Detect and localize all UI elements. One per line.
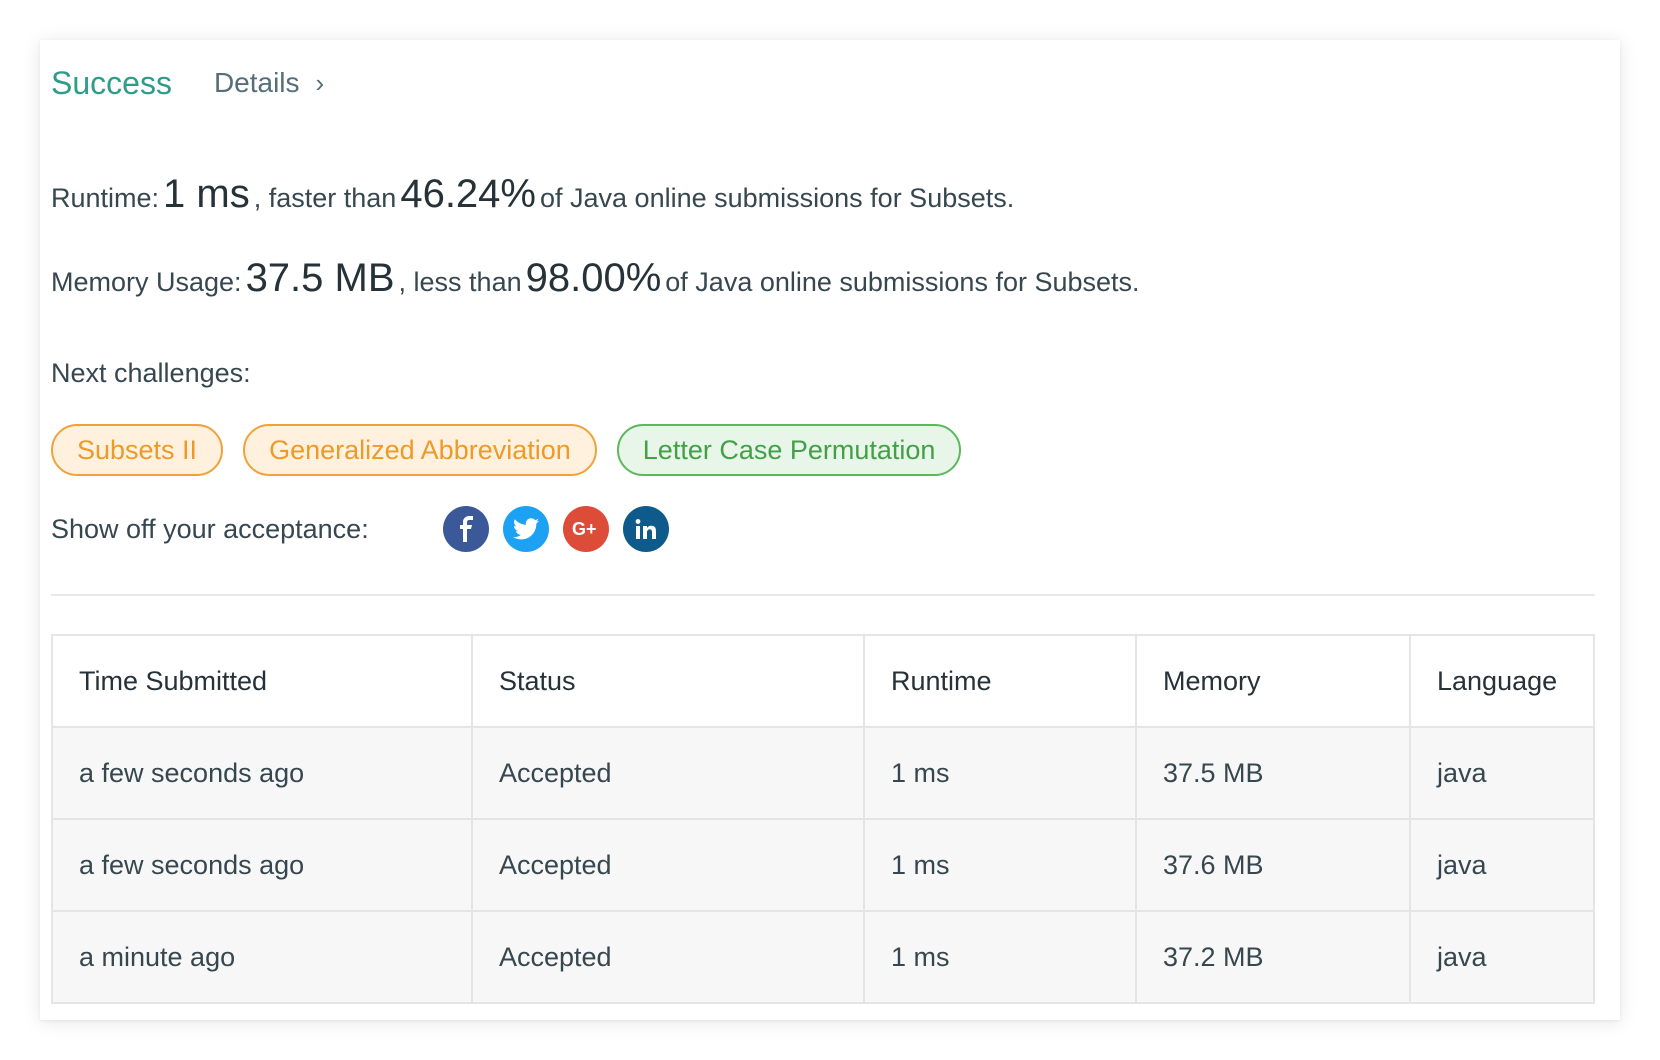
details-label: Details xyxy=(213,67,300,98)
memory-comparator: , less than xyxy=(398,267,522,297)
table-header-row: Time Submitted Status Runtime Memory Lan… xyxy=(51,634,1595,728)
memory-suffix: of Java online submissions for Subsets. xyxy=(665,267,1140,297)
runtime-label: Runtime: xyxy=(51,183,160,213)
runtime-suffix: of Java online submissions for Subsets. xyxy=(540,183,1015,213)
linkedin-icon[interactable] xyxy=(623,506,669,552)
memory-cell: 37.2 MB xyxy=(1135,910,1411,1004)
challenge-generalized-abbreviation[interactable]: Generalized Abbreviation xyxy=(243,424,597,476)
header-status[interactable]: Status xyxy=(471,634,865,728)
header-memory[interactable]: Memory xyxy=(1135,634,1411,728)
runtime-cell: 1 ms xyxy=(863,818,1137,912)
language-cell: java xyxy=(1409,818,1595,912)
language-cell: java xyxy=(1409,726,1595,820)
memory-percent: 98.00% xyxy=(525,256,662,300)
status-link[interactable]: Accepted xyxy=(471,818,865,912)
next-challenges-label: Next challenges: xyxy=(51,358,251,388)
language-cell: java xyxy=(1409,910,1595,1004)
status-title: Success xyxy=(51,64,172,101)
memory-value: 37.5 MB xyxy=(245,256,395,300)
share-row: Show off your acceptance: G+ xyxy=(51,506,683,552)
table-row: a minute ago Accepted 1 ms 37.2 MB java xyxy=(51,910,1595,1004)
details-link[interactable]: Details › xyxy=(214,67,324,99)
runtime-cell: 1 ms xyxy=(863,726,1137,820)
runtime-cell: 1 ms xyxy=(863,910,1137,1004)
time-submitted-cell: a few seconds ago xyxy=(51,726,473,820)
submission-result-card: Success Details › Runtime: 1 ms , faster… xyxy=(40,40,1620,1020)
result-header: Success Details › xyxy=(51,62,324,104)
next-challenges-list: Subsets II Generalized Abbreviation Lett… xyxy=(51,424,981,476)
facebook-icon[interactable] xyxy=(443,506,489,552)
runtime-stat: Runtime: 1 ms , faster than 46.24% of Ja… xyxy=(51,172,1014,217)
status-link[interactable]: Accepted xyxy=(471,910,865,1004)
table-row: a few seconds ago Accepted 1 ms 37.6 MB … xyxy=(51,818,1595,912)
time-submitted-cell: a minute ago xyxy=(51,910,473,1004)
chevron-right-icon: › xyxy=(315,67,325,98)
memory-cell: 37.5 MB xyxy=(1135,726,1411,820)
status-link[interactable]: Accepted xyxy=(471,726,865,820)
google-plus-icon[interactable]: G+ xyxy=(563,506,609,552)
challenge-subsets-ii[interactable]: Subsets II xyxy=(51,424,224,476)
time-submitted-cell: a few seconds ago xyxy=(51,818,473,912)
header-time-submitted[interactable]: Time Submitted xyxy=(51,634,473,728)
divider xyxy=(51,594,1595,596)
svg-text:G+: G+ xyxy=(572,519,597,539)
runtime-comparator: , faster than xyxy=(253,183,397,213)
table-row: a few seconds ago Accepted 1 ms 37.5 MB … xyxy=(51,726,1595,820)
runtime-percent: 46.24% xyxy=(400,172,536,216)
memory-cell: 37.6 MB xyxy=(1135,818,1411,912)
submissions-table: Time Submitted Status Runtime Memory Lan… xyxy=(51,634,1595,1004)
header-runtime[interactable]: Runtime xyxy=(863,634,1137,728)
runtime-value: 1 ms xyxy=(163,172,250,216)
share-label: Show off your acceptance: xyxy=(51,513,369,544)
memory-stat: Memory Usage: 37.5 MB , less than 98.00%… xyxy=(51,256,1140,301)
memory-label: Memory Usage: xyxy=(51,267,242,297)
challenge-letter-case-permutation[interactable]: Letter Case Permutation xyxy=(616,424,962,476)
twitter-icon[interactable] xyxy=(503,506,549,552)
header-language[interactable]: Language xyxy=(1409,634,1595,728)
